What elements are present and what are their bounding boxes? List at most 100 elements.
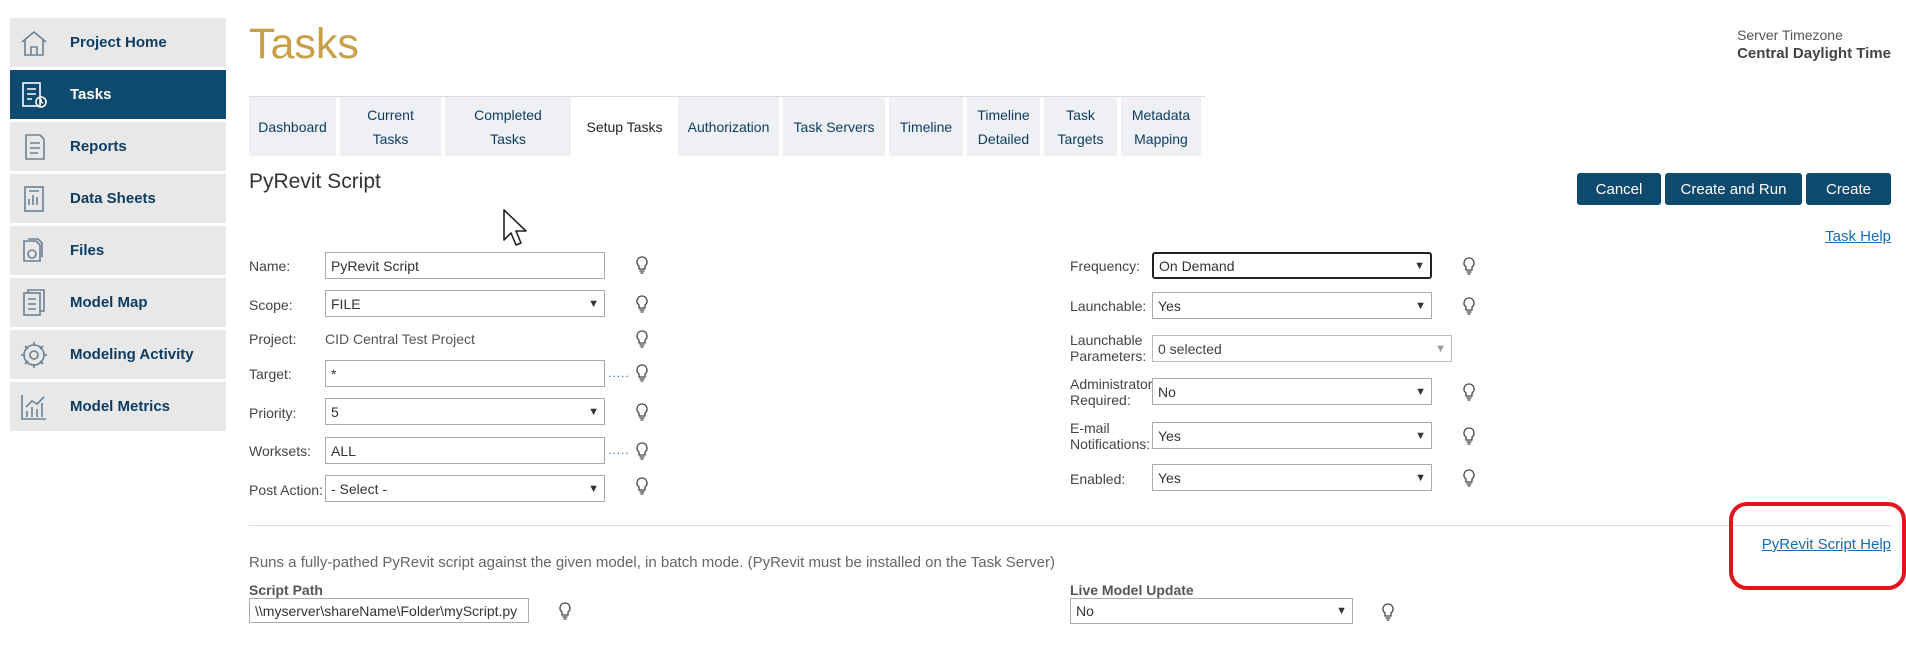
lightbulb-icon[interactable]: [557, 601, 573, 621]
lightbulb-icon[interactable]: [1461, 296, 1477, 316]
mouse-pointer-icon: [503, 209, 527, 246]
task-help-link[interactable]: Task Help: [1825, 228, 1891, 245]
sidebar-item-label: Model Map: [70, 294, 148, 311]
lightbulb-icon[interactable]: [1461, 382, 1477, 402]
target-input[interactable]: *: [325, 360, 605, 387]
administrator-required-select[interactable]: No ▼: [1152, 378, 1432, 405]
chevron-down-icon: ▼: [1415, 299, 1426, 312]
tab-task-targets[interactable]: Task Targets: [1044, 97, 1117, 156]
tab-dashboard[interactable]: Dashboard: [249, 97, 336, 156]
email-notifications-value: Yes: [1158, 427, 1181, 444]
lightbulb-icon[interactable]: [634, 255, 650, 275]
sidebar-item-project-home[interactable]: Project Home: [10, 18, 226, 67]
sidebar-item-tasks[interactable]: Tasks: [10, 70, 226, 119]
script-path-input[interactable]: \\myserver\shareName\Folder\myScript.py: [249, 598, 529, 623]
live-model-update-label: Live Model Update: [1070, 582, 1194, 598]
sidebar-item-label: Project Home: [70, 34, 167, 51]
files-icon: [16, 233, 52, 269]
script-path-label: Script Path: [249, 582, 323, 598]
sidebar-item-files[interactable]: Files: [10, 226, 226, 275]
worksets-label: Worksets:: [249, 443, 311, 459]
chevron-down-icon: ▼: [1415, 471, 1426, 484]
enabled-label: Enabled:: [1070, 471, 1126, 487]
tab-setup-tasks[interactable]: Setup Tasks: [575, 97, 674, 156]
project-label: Project:: [249, 331, 297, 347]
live-model-update-select[interactable]: No ▼: [1070, 598, 1353, 624]
post-action-label: Post Action:: [249, 482, 323, 498]
sidebar-item-label: Reports: [70, 138, 127, 155]
chevron-down-icon: ▼: [1415, 385, 1426, 398]
name-input-value: PyRevit Script: [331, 257, 419, 274]
launchable-select-value: Yes: [1158, 297, 1181, 314]
frequency-label: Frequency:: [1070, 258, 1141, 274]
tab-current-tasks[interactable]: Current Tasks: [340, 97, 441, 156]
tab-completed-tasks[interactable]: Completed Tasks: [445, 97, 571, 156]
sidebar-item-label: Modeling Activity: [70, 346, 194, 363]
launchable-label: Launchable:: [1070, 298, 1147, 314]
tab-timeline[interactable]: Timeline: [889, 97, 963, 156]
lightbulb-icon[interactable]: [634, 476, 650, 496]
reports-icon: [16, 129, 52, 165]
administrator-required-value: No: [1158, 383, 1176, 400]
tab-task-servers[interactable]: Task Servers: [783, 97, 885, 156]
email-notifications-select[interactable]: Yes ▼: [1152, 422, 1432, 449]
worksets-input-value: ALL: [331, 442, 356, 459]
modeling-activity-icon: [16, 337, 52, 373]
tab-timeline-detailed[interactable]: Timeline Detailed: [967, 97, 1040, 156]
sidebar-item-model-map[interactable]: Model Map: [10, 278, 226, 327]
target-input-value: *: [331, 365, 337, 382]
lightbulb-icon[interactable]: [634, 363, 650, 383]
chevron-down-icon: ▼: [1415, 429, 1426, 442]
lightbulb-icon[interactable]: [634, 294, 650, 314]
task-description: Runs a fully-pathed PyRevit script again…: [249, 554, 1055, 571]
highlight-annotation: [1729, 502, 1906, 590]
target-browse-dots[interactable]: .....: [608, 366, 630, 380]
scope-select-value: FILE: [331, 295, 361, 312]
priority-select[interactable]: 5 ▼: [325, 398, 605, 425]
chevron-down-icon: ▼: [588, 405, 599, 418]
lightbulb-icon[interactable]: [1380, 602, 1396, 622]
lightbulb-icon[interactable]: [1461, 426, 1477, 446]
lightbulb-icon[interactable]: [1461, 468, 1477, 488]
email-notifications-label: E-mail Notifications:: [1070, 420, 1151, 452]
tab-authorization[interactable]: Authorization: [678, 97, 779, 156]
sidebar-item-data-sheets[interactable]: Data Sheets: [10, 174, 226, 223]
chevron-down-icon: ▼: [1336, 605, 1347, 617]
sidebar-item-reports[interactable]: Reports: [10, 122, 226, 171]
create-button[interactable]: Create: [1806, 173, 1891, 205]
name-input[interactable]: PyRevit Script: [325, 252, 605, 279]
worksets-browse-dots[interactable]: .....: [608, 443, 630, 457]
name-label: Name:: [249, 258, 291, 274]
tab-metadata-mapping[interactable]: Metadata Mapping: [1121, 97, 1201, 156]
post-action-select[interactable]: - Select - ▼: [325, 475, 605, 502]
project-value: CID Central Test Project: [325, 331, 475, 347]
tasks-icon: [16, 77, 52, 113]
sidebar-item-model-metrics[interactable]: Model Metrics: [10, 382, 226, 431]
cancel-button[interactable]: Cancel: [1577, 173, 1661, 205]
frequency-select-value: On Demand: [1159, 257, 1235, 274]
enabled-select[interactable]: Yes ▼: [1152, 464, 1432, 491]
lightbulb-icon[interactable]: [1461, 256, 1477, 276]
sidebar-item-modeling-activity[interactable]: Modeling Activity: [10, 330, 226, 379]
sidebar-item-label: Data Sheets: [70, 190, 156, 207]
lightbulb-icon[interactable]: [634, 329, 650, 349]
data-sheets-icon: [16, 181, 52, 217]
sidebar: Project Home Tasks Reports Data Sheets F…: [10, 18, 226, 434]
launchable-select[interactable]: Yes ▼: [1152, 292, 1432, 319]
post-action-select-value: - Select -: [331, 480, 388, 497]
frequency-select[interactable]: On Demand ▼: [1152, 252, 1432, 279]
create-and-run-button[interactable]: Create and Run: [1665, 173, 1802, 205]
lightbulb-icon[interactable]: [634, 441, 650, 461]
scope-select[interactable]: FILE ▼: [325, 290, 605, 317]
target-label: Target:: [249, 366, 292, 382]
home-icon: [16, 25, 52, 61]
sidebar-item-label: Files: [70, 242, 105, 259]
launchable-parameters-multiselect[interactable]: 0 selected ▼: [1152, 335, 1452, 362]
worksets-input[interactable]: ALL: [325, 437, 605, 464]
administrator-required-label: Administrator Required:: [1070, 376, 1153, 408]
chevron-down-icon: ▼: [1414, 259, 1425, 272]
server-timezone: Server Timezone Central Daylight Time: [1737, 27, 1891, 62]
chevron-down-icon: ▼: [588, 297, 599, 310]
launchable-parameters-label: Launchable Parameters:: [1070, 332, 1147, 364]
lightbulb-icon[interactable]: [634, 402, 650, 422]
